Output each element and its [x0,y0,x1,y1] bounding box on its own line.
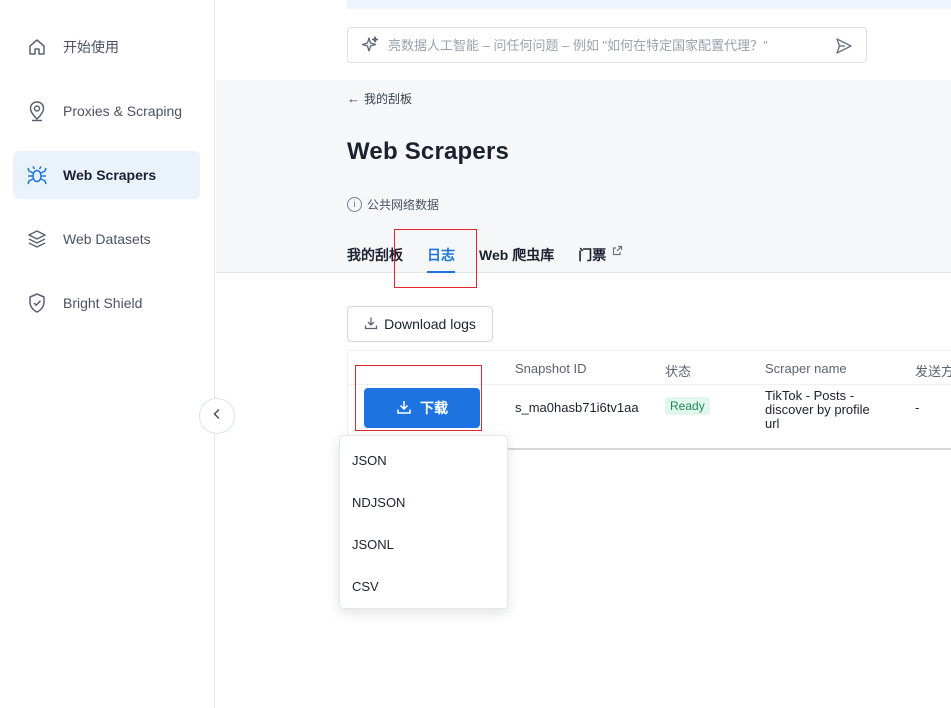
spider-icon [25,163,49,187]
tab-logs[interactable]: 日志 [427,245,455,273]
tab-my-scrapers[interactable]: 我的刮板 [347,245,403,273]
download-format-menu: JSON NDJSON JSONL CSV [339,435,508,609]
column-header-scraper-name: Scraper name [765,361,847,376]
tab-label: 日志 [427,247,455,263]
tab-label: 我的刮板 [347,247,403,263]
ai-search-input[interactable] [388,37,818,53]
menu-item-json[interactable]: JSON [352,453,497,468]
download-button-label: 下载 [420,400,448,416]
ai-search-bar[interactable] [347,27,867,63]
send-method-cell: - [915,400,920,415]
sparkle-icon [360,35,380,55]
sidebar-item-proxies-scraping[interactable]: Proxies & Scraping [13,87,200,135]
menu-item-csv[interactable]: CSV [352,579,497,594]
download-icon [364,316,378,333]
sidebar-item-label: Bright Shield [63,295,143,311]
sidebar-item-web-datasets[interactable]: Web Datasets [13,215,200,263]
download-icon [396,399,412,418]
column-header-send-method: 发送方 [915,364,951,379]
sidebar-item-web-scrapers[interactable]: Web Scrapers [13,151,200,199]
arrow-left-icon: ← [347,91,360,106]
sidebar: 开始使用 Proxies & Scraping Web Scrapers Web… [0,0,215,708]
tab-web-scraper-library[interactable]: Web 爬虫库 [479,245,554,273]
snapshot-id-cell: s_ma0hasb71i6tv1aa [515,400,639,415]
shield-check-icon [25,291,49,315]
menu-item-ndjson[interactable]: NDJSON [352,495,497,510]
tab-bar: 我的刮板 日志 Web 爬虫库 门票 [347,245,647,273]
tab-tickets[interactable]: 门票 [578,245,623,273]
tab-label: Web 爬虫库 [479,247,555,263]
status-badge: Ready [665,397,710,415]
table-divider [348,384,951,385]
sidebar-item-getting-started[interactable]: 开始使用 [13,23,200,71]
sidebar-collapse-button[interactable] [199,398,235,434]
column-header-status: 状态 [665,364,692,379]
location-pin-icon [25,99,49,123]
column-header-snapshot-id: Snapshot ID [515,361,587,376]
page-subtitle: i 公共网络数据 [347,196,439,213]
page-title: Web Scrapers [347,138,510,165]
send-icon[interactable] [834,36,854,56]
chevron-left-icon [211,407,223,425]
info-icon: i [347,197,362,212]
sidebar-item-label: Web Datasets [63,231,151,247]
layers-icon [25,227,49,251]
download-logs-button[interactable]: Download logs [347,306,493,342]
home-icon [25,35,49,59]
scraper-name-cell: TikTok - Posts - discover by profile url [765,388,870,431]
menu-item-jsonl[interactable]: JSONL [352,537,497,552]
tab-label: 门票 [578,247,607,263]
external-link-icon [612,245,623,259]
sidebar-item-bright-shield[interactable]: Bright Shield [13,279,200,327]
subtitle-label: 公共网络数据 [367,198,440,212]
download-logs-label: Download logs [384,316,476,332]
top-banner [347,0,951,9]
sidebar-item-label: Web Scrapers [63,167,157,183]
sidebar-item-label: 开始使用 [63,39,119,55]
back-link[interactable]: ← 我的刮板 [347,90,412,107]
download-button[interactable]: 下载 [364,388,480,428]
sidebar-item-label: Proxies & Scraping [63,103,183,119]
back-link-label: 我的刮板 [364,92,413,106]
